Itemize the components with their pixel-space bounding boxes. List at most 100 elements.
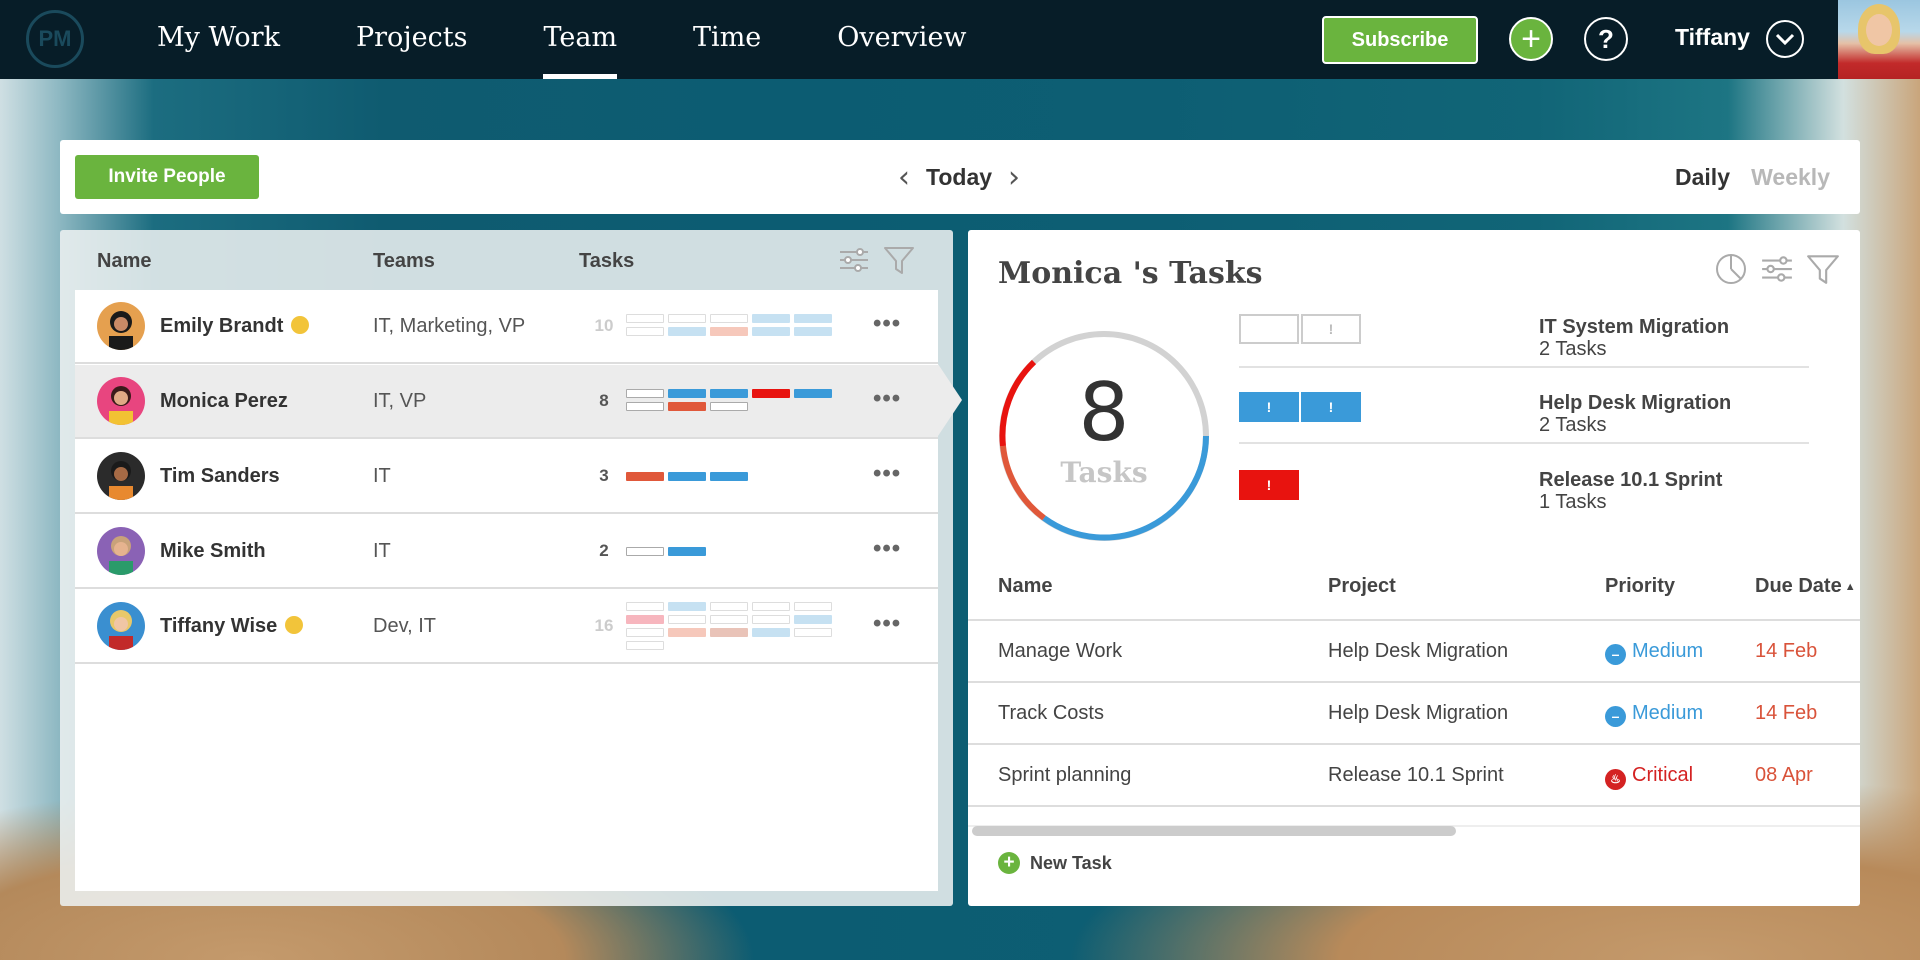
member-teams: IT, Marketing, VP <box>373 315 526 337</box>
team-members-panel: Name Teams Tasks Emily Brandt IT, Market… <box>60 230 953 906</box>
total-task-label: Tasks <box>1060 456 1148 489</box>
task-due-date: 14 Feb <box>1755 640 1818 662</box>
today-label[interactable]: Today <box>926 164 992 191</box>
online-status-dot <box>291 316 310 334</box>
total-task-count: 8 <box>1078 366 1130 459</box>
plus-icon: + <box>998 852 1020 874</box>
avatar <box>97 377 145 425</box>
member-task-count: 2 <box>599 541 609 560</box>
member-teams: IT <box>373 540 391 562</box>
nav-team[interactable]: Team <box>543 0 617 79</box>
project-task-count: 2 Tasks <box>1539 414 1607 436</box>
member-name: Tiffany Wise <box>160 615 304 638</box>
avatar <box>97 302 145 350</box>
member-tasks-panel: Monica 's Tasks 8 Tasks ! IT System Migr… <box>968 230 1860 906</box>
invite-people-button[interactable]: Invite People <box>75 155 259 199</box>
sliders-icon[interactable] <box>838 244 870 276</box>
member-name: Mike Smith <box>160 540 266 562</box>
view-weekly[interactable]: Weekly <box>1751 164 1830 191</box>
nav-time[interactable]: Time <box>693 0 761 79</box>
filter-icon[interactable] <box>883 244 915 276</box>
member-name: Tim Sanders <box>160 465 280 487</box>
task-chip: ! <box>1301 314 1361 344</box>
task-project: Help Desk Migration <box>1328 702 1509 724</box>
team-member-row[interactable]: Emily Brandt IT, Marketing, VP 10 ••• <box>75 290 938 364</box>
task-chip: ! <box>1301 392 1361 422</box>
member-task-count: 16 <box>594 616 614 635</box>
project-summary-row[interactable]: ! IT System Migration 2 Tasks <box>1239 292 1809 368</box>
minus-icon: – <box>1605 644 1626 665</box>
task-chip <box>1239 314 1299 344</box>
avatar <box>97 602 145 650</box>
pie-chart-icon[interactable] <box>1714 252 1748 286</box>
date-navigator: ‹ Today › <box>890 158 1028 196</box>
fire-icon: ♨ <box>1605 769 1626 790</box>
task-name: Track Costs <box>998 702 1104 724</box>
column-header-teams[interactable]: Teams <box>373 250 435 273</box>
chevron-left-icon[interactable]: ‹ <box>890 160 918 195</box>
chevron-down-icon[interactable] <box>1766 20 1804 58</box>
avatar <box>97 452 145 500</box>
minus-icon: – <box>1605 706 1626 727</box>
new-task-label: New Task <box>1030 852 1112 873</box>
team-toolbar: Invite People ‹ Today › Daily Weekly <box>60 140 1860 214</box>
task-due-date: 14 Feb <box>1755 702 1818 724</box>
task-due-date: 08 Apr <box>1755 764 1813 786</box>
column-header-project[interactable]: Project <box>1328 575 1396 598</box>
task-row[interactable]: Sprint planning Release 10.1 Sprint ♨ Cri… <box>968 745 1860 807</box>
task-project: Release 10.1 Sprint <box>1328 764 1504 786</box>
column-header-name[interactable]: Name <box>998 575 1052 598</box>
task-row[interactable]: Track Costs Help Desk Migration – Medium … <box>968 683 1860 745</box>
member-task-count: 3 <box>599 466 609 485</box>
chevron-right-icon[interactable]: › <box>1000 160 1028 195</box>
panel-title: Monica 's Tasks <box>998 256 1263 291</box>
task-chip: ! <box>1239 392 1299 422</box>
task-name: Sprint planning <box>998 764 1132 786</box>
horizontal-scrollbar[interactable] <box>972 826 1456 836</box>
member-teams: Dev, IT <box>373 615 436 637</box>
column-header-priority[interactable]: Priority <box>1605 575 1675 598</box>
view-daily[interactable]: Daily <box>1675 164 1730 191</box>
member-task-count: 8 <box>599 391 609 410</box>
more-options-icon[interactable]: ••• <box>873 460 901 488</box>
user-menu-name[interactable]: Tiffany <box>1675 24 1750 51</box>
sliders-icon[interactable] <box>1760 252 1794 286</box>
column-header-name[interactable]: Name <box>97 250 151 273</box>
task-chip: ! <box>1239 470 1299 500</box>
nav-overview[interactable]: Overview <box>837 0 966 79</box>
team-member-row[interactable]: Tim Sanders IT 3 ••• <box>75 440 938 514</box>
team-member-row[interactable]: Mike Smith IT 2 ••• <box>75 515 938 589</box>
member-name: Monica Perez <box>160 390 288 412</box>
member-name: Emily Brandt <box>160 315 310 338</box>
member-teams: IT, VP <box>373 390 427 412</box>
team-member-row[interactable]: Tiffany Wise Dev, IT 16 ••• <box>75 590 938 664</box>
column-header-tasks[interactable]: Tasks <box>579 250 634 273</box>
new-task-button[interactable]: + New Task <box>998 852 1112 874</box>
project-summary-row[interactable]: ! ! Help Desk Migration 2 Tasks <box>1239 368 1809 444</box>
task-priority: – Medium <box>1605 640 1703 665</box>
nav-my-work[interactable]: My Work <box>157 0 280 79</box>
column-header-due-date[interactable]: Due Date ▲ <box>1755 575 1856 598</box>
nav-projects[interactable]: Projects <box>356 0 468 79</box>
team-member-row-selected[interactable]: Monica Perez IT, VP 8 ••• <box>75 365 938 439</box>
main-nav: My Work Projects Team Time Overview <box>157 0 1043 79</box>
subscribe-button[interactable]: Subscribe <box>1322 16 1478 64</box>
project-summary-row[interactable]: ! Release 10.1 Sprint 1 Tasks <box>1239 444 1809 520</box>
add-icon[interactable]: + <box>1509 17 1553 61</box>
more-options-icon[interactable]: ••• <box>873 610 901 638</box>
project-name: Help Desk Migration <box>1539 392 1732 414</box>
help-icon[interactable]: ? <box>1584 17 1628 61</box>
selected-row-pointer <box>938 364 962 436</box>
user-avatar[interactable] <box>1838 0 1920 79</box>
task-row[interactable]: Manage Work Help Desk Migration – Medium … <box>968 621 1860 683</box>
more-options-icon[interactable]: ••• <box>873 385 901 413</box>
avatar <box>97 527 145 575</box>
task-priority: ♨ Critical <box>1605 764 1693 790</box>
more-options-icon[interactable]: ••• <box>873 535 901 563</box>
project-name: Release 10.1 Sprint <box>1539 469 1723 491</box>
online-status-dot <box>285 616 304 634</box>
app-logo[interactable]: PM <box>26 10 84 68</box>
more-options-icon[interactable]: ••• <box>873 310 901 338</box>
team-member-list: Emily Brandt IT, Marketing, VP 10 ••• Mo… <box>75 290 938 891</box>
filter-icon[interactable] <box>1806 252 1840 286</box>
